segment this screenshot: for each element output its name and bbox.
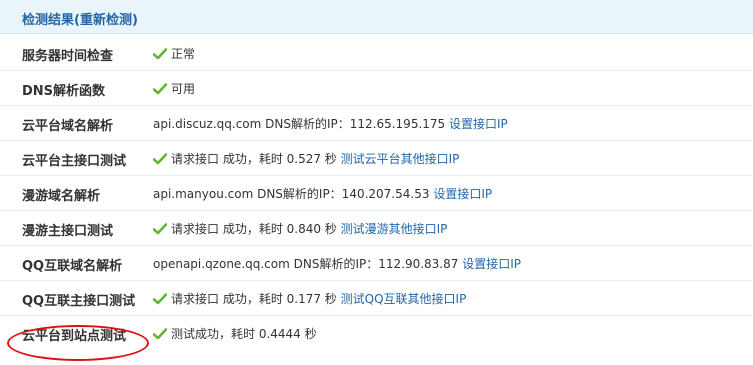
check-icon [153,48,167,60]
row-value: 请求接口 成功，耗时 0.840 秒 测试漫游其他接口IP [153,220,447,237]
check-icon [153,328,167,340]
set-interface-ip-link[interactable]: 设置接口IP [433,187,492,201]
row-text: 请求接口 成功，耗时 0.177 秒 [171,292,337,306]
row-value: 请求接口 成功，耗时 0.177 秒 测试QQ互联其他接口IP [153,290,466,307]
result-header: 检测结果(重新检测) [0,0,753,34]
row-label: 漫游主接口测试 [22,224,114,239]
check-row-server-time: 服务器时间检查 正常 [0,36,753,71]
check-row-dns-function: DNS解析函数 可用 [0,71,753,106]
check-row-qq-connect-main-api: QQ互联主接口测试 请求接口 成功，耗时 0.177 秒 测试QQ互联其他接口I… [0,281,753,316]
row-label: QQ互联主接口测试 [22,294,136,309]
row-value: openapi.qzone.qq.com DNS解析的IP：112.90.83.… [153,255,521,272]
check-row-roaming-dns: 漫游域名解析 api.manyou.com DNS解析的IP：140.207.5… [0,176,753,211]
row-value: api.manyou.com DNS解析的IP：140.207.54.53 设置… [153,185,492,202]
check-row-roaming-main-api: 漫游主接口测试 请求接口 成功，耗时 0.840 秒 测试漫游其他接口IP [0,211,753,246]
check-results-list: 服务器时间检查 正常 DNS解析函数 可用 云平台域名解析 api.discuz… [0,36,753,351]
check-icon [153,293,167,305]
row-value: 请求接口 成功，耗时 0.527 秒 测试云平台其他接口IP [153,150,459,167]
check-row-cloud-to-site: 云平台到站点测试 测试成功，耗时 0.4444 秒 [0,316,753,351]
check-icon [153,153,167,165]
check-icon [153,223,167,235]
row-label: 云平台域名解析 [22,119,114,134]
recheck-link[interactable]: 重新检测 [80,13,132,28]
title-prefix: 检测结果( [22,13,80,28]
title-suffix: ) [131,13,138,28]
row-text: api.discuz.qq.com DNS解析的IP：112.65.195.17… [153,117,446,131]
row-text: 请求接口 成功，耗时 0.527 秒 [171,152,337,166]
row-text: 正常 [171,47,196,61]
test-qq-connect-other-ip-link[interactable]: 测试QQ互联其他接口IP [341,292,467,306]
check-row-cloud-dns: 云平台域名解析 api.discuz.qq.com DNS解析的IP：112.6… [0,106,753,141]
row-value: 可用 [153,80,195,97]
row-label: DNS解析函数 [22,84,106,99]
row-text: openapi.qzone.qq.com DNS解析的IP：112.90.83.… [153,257,459,271]
set-interface-ip-link[interactable]: 设置接口IP [462,257,521,271]
row-value: 正常 [153,45,195,62]
check-row-cloud-main-api: 云平台主接口测试 请求接口 成功，耗时 0.527 秒 测试云平台其他接口IP [0,141,753,176]
row-label: 服务器时间检查 [22,49,114,64]
set-interface-ip-link[interactable]: 设置接口IP [449,117,508,131]
row-label: 云平台主接口测试 [22,154,127,169]
row-label: QQ互联域名解析 [22,259,123,274]
test-cloud-other-ip-link[interactable]: 测试云平台其他接口IP [341,152,460,166]
row-label: 云平台到站点测试 [22,329,127,344]
test-roaming-other-ip-link[interactable]: 测试漫游其他接口IP [341,222,448,236]
row-label: 漫游域名解析 [22,189,101,204]
row-value: api.discuz.qq.com DNS解析的IP：112.65.195.17… [153,115,508,132]
row-text: 测试成功，耗时 0.4444 秒 [171,327,317,341]
row-text: 可用 [171,82,196,96]
row-text: 请求接口 成功，耗时 0.840 秒 [171,222,337,236]
check-icon [153,83,167,95]
row-value: 测试成功，耗时 0.4444 秒 [153,325,317,342]
row-text: api.manyou.com DNS解析的IP：140.207.54.53 [153,187,430,201]
result-title: 检测结果(重新检测) [22,9,138,28]
check-row-qq-connect-dns: QQ互联域名解析 openapi.qzone.qq.com DNS解析的IP：1… [0,246,753,281]
